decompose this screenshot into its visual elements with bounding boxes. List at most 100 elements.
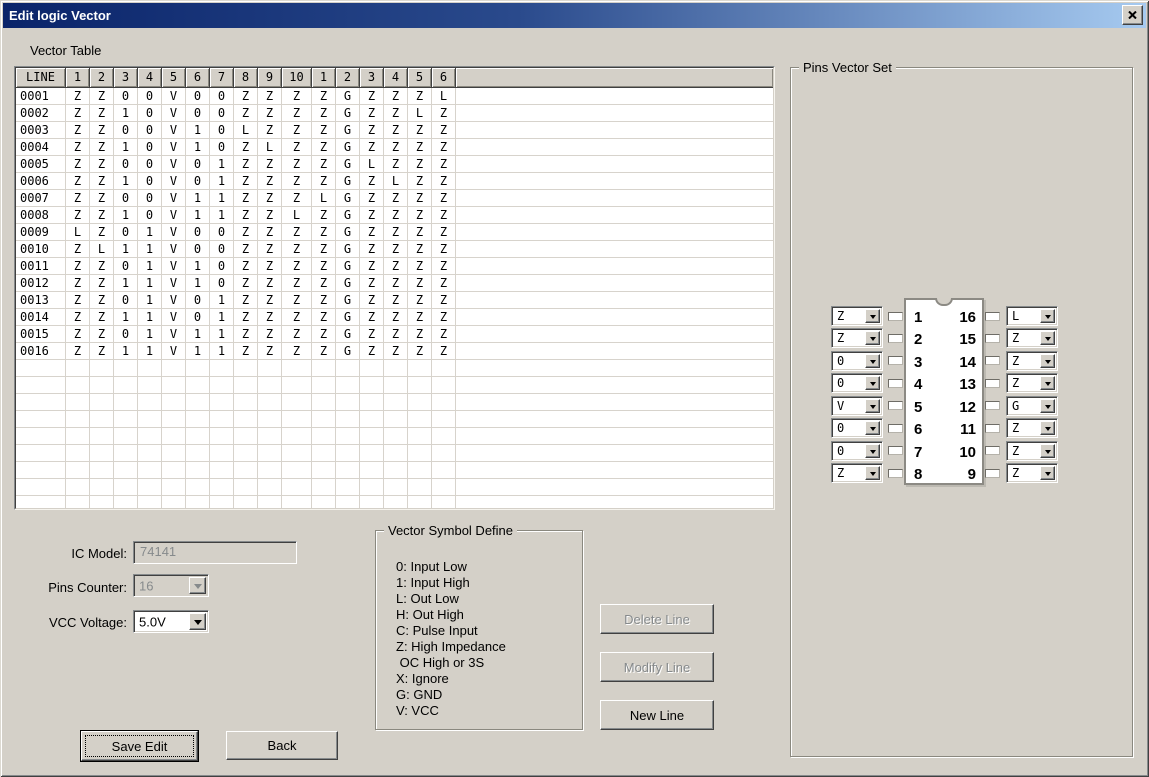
table-row[interactable]: 0012ZZ11V10ZZZZGZZZZ bbox=[16, 275, 773, 292]
table-row[interactable] bbox=[16, 496, 773, 509]
pin-value: 0 bbox=[837, 376, 844, 390]
chevron-down-icon[interactable] bbox=[865, 354, 880, 368]
table-row[interactable]: 0001ZZ00V00ZZZZGZZZL bbox=[16, 88, 773, 105]
ic-model-field[interactable]: 74141 bbox=[133, 541, 297, 564]
save-edit-button[interactable]: Save Edit bbox=[81, 731, 198, 761]
titlebar[interactable]: Edit logic Vector bbox=[3, 3, 1146, 28]
pins-counter-select[interactable]: 16 bbox=[133, 574, 209, 597]
pin-3-stub bbox=[888, 356, 903, 365]
table-row[interactable]: 0005ZZ00V01ZZZZGLZZZ bbox=[16, 156, 773, 173]
vector-value-cell bbox=[162, 445, 186, 462]
vector-value-cell: Z bbox=[258, 105, 282, 122]
chevron-down-icon[interactable] bbox=[1040, 466, 1055, 480]
pin-14-select[interactable]: Z bbox=[1006, 351, 1058, 371]
table-row[interactable]: 0013ZZ01V01ZZZZGZZZZ bbox=[16, 292, 773, 309]
table-row[interactable]: 0009LZ01V00ZZZZGZZZZ bbox=[16, 224, 773, 241]
table-row[interactable] bbox=[16, 479, 773, 496]
pin-12-select[interactable]: G bbox=[1006, 396, 1058, 416]
chevron-down-icon[interactable] bbox=[865, 399, 880, 413]
pin-1-select[interactable]: Z bbox=[831, 306, 883, 326]
pin-value: L bbox=[1012, 309, 1019, 323]
vector-value-cell: Z bbox=[360, 224, 384, 241]
table-row[interactable]: 0011ZZ01V10ZZZZGZZZZ bbox=[16, 258, 773, 275]
table-row[interactable]: 0006ZZ10V01ZZZZGZLZZ bbox=[16, 173, 773, 190]
vector-value-cell: Z bbox=[360, 173, 384, 190]
vector-value-cell: 1 bbox=[114, 207, 138, 224]
chevron-down-icon[interactable] bbox=[865, 466, 880, 480]
table-row[interactable]: 0007ZZ00V11ZZZLGZZZZ bbox=[16, 190, 773, 207]
pin-2-select[interactable]: Z bbox=[831, 328, 883, 348]
vector-value-cell: G bbox=[336, 207, 360, 224]
pin-6-select[interactable]: 0 bbox=[831, 418, 883, 438]
table-row[interactable]: 0004ZZ10V10ZLZZGZZZZ bbox=[16, 139, 773, 156]
chevron-down-icon[interactable] bbox=[1040, 331, 1055, 345]
table-row[interactable]: 0016ZZ11V11ZZZZGZZZZ bbox=[16, 343, 773, 360]
vector-value-cell: Z bbox=[282, 326, 312, 343]
table-row[interactable] bbox=[16, 360, 773, 377]
chevron-down-icon[interactable] bbox=[189, 577, 206, 594]
chevron-down-icon[interactable] bbox=[865, 376, 880, 390]
vector-value-cell: Z bbox=[234, 326, 258, 343]
vector-value-cell: Z bbox=[384, 292, 408, 309]
vector-value-cell: 1 bbox=[114, 241, 138, 258]
vector-value-cell bbox=[210, 496, 234, 509]
pin-11-select[interactable]: Z bbox=[1006, 418, 1058, 438]
back-button[interactable]: Back bbox=[226, 731, 338, 760]
chevron-down-icon[interactable] bbox=[1040, 399, 1055, 413]
vector-value-cell: Z bbox=[258, 173, 282, 190]
vector-value-cell: Z bbox=[258, 241, 282, 258]
chevron-down-icon[interactable] bbox=[865, 331, 880, 345]
vector-value-cell: Z bbox=[360, 309, 384, 326]
vector-value-cell bbox=[408, 479, 432, 496]
vector-value-cell bbox=[282, 394, 312, 411]
table-row[interactable]: 0003ZZ00V10LZZZGZZZZ bbox=[16, 122, 773, 139]
vector-value-cell bbox=[336, 377, 360, 394]
table-row[interactable]: 0015ZZ01V11ZZZZGZZZZ bbox=[16, 326, 773, 343]
filler-cell bbox=[456, 292, 773, 309]
chevron-down-icon[interactable] bbox=[1040, 354, 1055, 368]
pin-16-select[interactable]: L bbox=[1006, 306, 1058, 326]
delete-line-button[interactable]: Delete Line bbox=[600, 604, 714, 634]
vector-value-cell: Z bbox=[282, 275, 312, 292]
table-row[interactable]: 0014ZZ11V01ZZZZGZZZZ bbox=[16, 309, 773, 326]
vector-value-cell bbox=[114, 377, 138, 394]
table-row[interactable] bbox=[16, 445, 773, 462]
pin-number-11: 11 bbox=[945, 420, 976, 440]
new-line-button[interactable]: New Line bbox=[600, 700, 714, 730]
table-row[interactable] bbox=[16, 394, 773, 411]
chevron-down-icon[interactable] bbox=[1040, 444, 1055, 458]
vector-value-cell: 0 bbox=[186, 105, 210, 122]
close-button[interactable] bbox=[1122, 5, 1143, 25]
line-number-cell bbox=[16, 496, 66, 509]
pin-7-select[interactable]: 0 bbox=[831, 441, 883, 461]
modify-line-button[interactable]: Modify Line bbox=[600, 652, 714, 682]
pin-9-select[interactable]: Z bbox=[1006, 463, 1058, 483]
chevron-down-icon[interactable] bbox=[189, 613, 206, 630]
chevron-down-icon[interactable] bbox=[865, 444, 880, 458]
vector-value-cell: Z bbox=[408, 292, 432, 309]
pin-10-select[interactable]: Z bbox=[1006, 441, 1058, 461]
pin-15-select[interactable]: Z bbox=[1006, 328, 1058, 348]
pin-13-select[interactable]: Z bbox=[1006, 373, 1058, 393]
table-row[interactable] bbox=[16, 462, 773, 479]
pin-3-select[interactable]: 0 bbox=[831, 351, 883, 371]
table-row[interactable]: 0010ZL11V00ZZZZGZZZZ bbox=[16, 241, 773, 258]
chevron-down-icon[interactable] bbox=[1040, 376, 1055, 390]
vcc-voltage-select[interactable]: 5.0V bbox=[133, 610, 209, 633]
table-row[interactable]: 0008ZZ10V11ZZLZGZZZZ bbox=[16, 207, 773, 224]
vector-value-cell: 1 bbox=[210, 207, 234, 224]
table-row[interactable] bbox=[16, 411, 773, 428]
chevron-down-icon[interactable] bbox=[865, 421, 880, 435]
pin-4-select[interactable]: 0 bbox=[831, 373, 883, 393]
vector-table-grid[interactable]: LINE12345678910123456 0001ZZ00V00ZZZZGZZ… bbox=[14, 66, 775, 510]
table-row[interactable] bbox=[16, 428, 773, 445]
vector-value-cell: Z bbox=[360, 275, 384, 292]
table-row[interactable] bbox=[16, 377, 773, 394]
table-row[interactable]: 0002ZZ10V00ZZZZGZZLZ bbox=[16, 105, 773, 122]
pin-5-select[interactable]: V bbox=[831, 396, 883, 416]
vector-value-cell: V bbox=[162, 122, 186, 139]
pin-8-select[interactable]: Z bbox=[831, 463, 883, 483]
chevron-down-icon[interactable] bbox=[1040, 421, 1055, 435]
chevron-down-icon[interactable] bbox=[1040, 309, 1055, 323]
chevron-down-icon[interactable] bbox=[865, 309, 880, 323]
